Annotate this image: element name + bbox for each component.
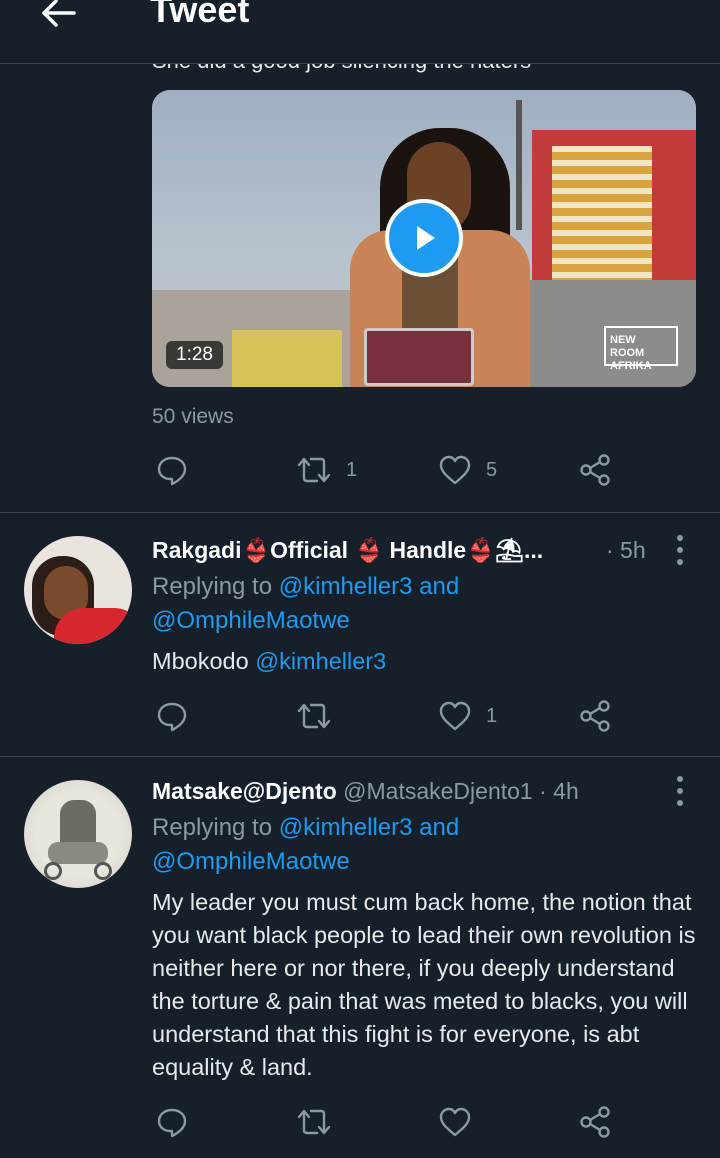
- antenna: [516, 100, 522, 230]
- avatar-figure: [60, 800, 96, 846]
- comment-icon: [157, 456, 187, 486]
- like-count: 1: [486, 704, 498, 727]
- replying-label: Replying to: [152, 814, 273, 841]
- reply-actions: [152, 1102, 632, 1142]
- divider: [0, 756, 720, 757]
- reply-header: Rakgadi👙Official 👙 Handle👙⛱...: [152, 535, 543, 565]
- laptop: [364, 328, 474, 386]
- like-button[interactable]: 1: [438, 696, 497, 736]
- tweet-actions: 1 5: [152, 450, 632, 490]
- retweet-button[interactable]: [296, 696, 332, 736]
- reply-text-content: Mbokodo: [152, 648, 249, 674]
- retweet-button[interactable]: 1: [296, 450, 357, 490]
- heart-icon: [439, 455, 471, 485]
- share-button[interactable]: [578, 1102, 612, 1142]
- share-icon: [580, 454, 610, 486]
- mention-link[interactable]: @kimheller3 and: [279, 814, 459, 841]
- more-vertical-icon: [677, 535, 683, 541]
- user-handle[interactable]: @MatsakeDjento1: [343, 778, 533, 804]
- avatar-figure: [94, 862, 112, 880]
- channel-logo: NEW ROOM AFRIKA: [604, 326, 678, 372]
- comment-icon: [157, 1108, 187, 1138]
- heart-icon: [439, 1107, 471, 1137]
- play-icon: [417, 226, 435, 250]
- view-count: 50 views: [152, 405, 234, 428]
- more-vertical-icon: [677, 800, 683, 806]
- heart-icon: [439, 701, 471, 731]
- more-options-button[interactable]: [672, 535, 688, 565]
- more-vertical-icon: [677, 776, 683, 782]
- video-duration: 1:28: [166, 341, 223, 369]
- replying-to: Replying to @kimheller3 and @OmphileMaot…: [152, 570, 692, 638]
- more-vertical-icon: [677, 559, 683, 565]
- display-name[interactable]: Rakgadi👙Official 👙 Handle👙⛱...: [152, 537, 543, 563]
- back-button[interactable]: [36, 0, 80, 32]
- reply-button[interactable]: [156, 1102, 188, 1142]
- play-button[interactable]: [385, 199, 463, 277]
- reply-text: Mbokodo @kimheller3: [152, 645, 697, 678]
- retweet-icon: [297, 1109, 331, 1135]
- divider: [0, 512, 720, 513]
- replying-label: Replying to: [152, 573, 273, 600]
- top-bar: Tweet: [0, 0, 720, 64]
- replying-to: Replying to @kimheller3 and @OmphileMaot…: [152, 811, 692, 879]
- timestamp[interactable]: · 4h: [539, 778, 579, 804]
- retweet-icon: [297, 703, 331, 729]
- share-icon: [580, 700, 610, 732]
- more-options-button[interactable]: [672, 776, 688, 806]
- avatar[interactable]: [24, 780, 132, 888]
- share-button[interactable]: [578, 696, 612, 736]
- page-title: Tweet: [150, 0, 250, 30]
- comment-icon: [157, 702, 187, 732]
- arrow-left-icon: [42, 0, 76, 27]
- reply-button[interactable]: [156, 450, 188, 490]
- mention-link[interactable]: @OmphileMaotwe: [152, 848, 350, 875]
- avatar-figure: [44, 862, 62, 880]
- reply-actions: 1: [152, 696, 632, 736]
- avatar[interactable]: [24, 536, 132, 644]
- mention-link[interactable]: @OmphileMaotwe: [152, 607, 350, 634]
- timestamp[interactable]: · 5h: [606, 535, 646, 565]
- retweet-button[interactable]: [296, 1102, 332, 1142]
- mention-link[interactable]: @kimheller3: [255, 648, 386, 674]
- more-vertical-icon: [677, 547, 683, 553]
- more-vertical-icon: [677, 788, 683, 794]
- display-name[interactable]: Matsake@Djento: [152, 778, 337, 804]
- video-player[interactable]: 1:28 NEW ROOM AFRIKA: [152, 90, 696, 387]
- reply-header: Matsake@Djento @MatsakeDjento1 · 4h: [152, 776, 579, 806]
- mention-link[interactable]: @kimheller3 and: [279, 573, 459, 600]
- like-count: 5: [486, 458, 498, 481]
- like-button[interactable]: 5: [438, 450, 497, 490]
- like-button[interactable]: [438, 1102, 472, 1142]
- reply-text: My leader you must cum back home, the no…: [152, 889, 696, 1080]
- retweet-count: 1: [346, 458, 358, 481]
- avatar-figure: [48, 842, 108, 864]
- retweet-icon: [297, 457, 331, 483]
- share-button[interactable]: [578, 450, 612, 490]
- avatar-shirt: [54, 608, 132, 644]
- share-icon: [580, 1106, 610, 1138]
- reply-button[interactable]: [156, 696, 188, 736]
- building: [232, 330, 342, 387]
